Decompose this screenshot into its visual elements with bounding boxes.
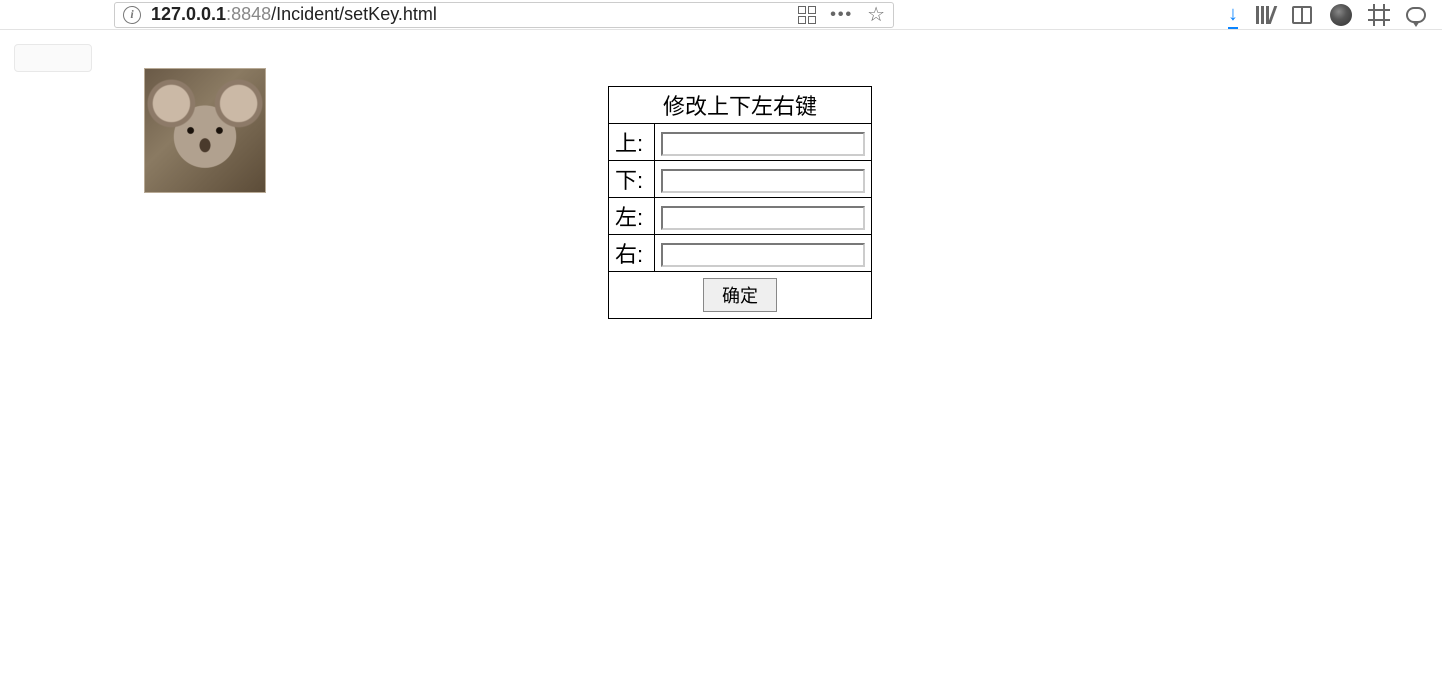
submit-button[interactable]: 确定 — [703, 278, 777, 312]
row-label-down: 下: — [609, 161, 655, 198]
row-input-cell — [655, 161, 872, 198]
url-bar[interactable]: i 127.0.0.1:8848/Incident/setKey.html ••… — [114, 2, 894, 28]
screenshot-crop-icon[interactable] — [1370, 6, 1388, 24]
row-input-cell — [655, 124, 872, 161]
table-row: 上: — [609, 124, 872, 161]
qr-icon[interactable] — [798, 6, 816, 24]
up-key-input[interactable] — [661, 132, 865, 156]
row-label-left: 左: — [609, 198, 655, 235]
url-bar-actions: ••• ☆ — [798, 2, 885, 27]
right-key-input[interactable] — [661, 243, 865, 267]
download-icon[interactable]: ↓ — [1228, 3, 1238, 26]
bookmark-star-icon[interactable]: ☆ — [867, 2, 885, 27]
url-path: /Incident/setKey.html — [271, 4, 437, 24]
left-key-input[interactable] — [661, 206, 865, 230]
url-host: 127.0.0.1 — [151, 4, 226, 24]
row-label-up: 上: — [609, 124, 655, 161]
chat-icon[interactable] — [1406, 7, 1426, 23]
reader-view-icon[interactable] — [1292, 6, 1312, 24]
library-icon[interactable] — [1256, 6, 1274, 24]
table-row: 左: — [609, 198, 872, 235]
url-text: 127.0.0.1:8848/Incident/setKey.html — [151, 4, 437, 25]
submit-row: 确定 — [609, 272, 872, 319]
url-port: :8848 — [226, 4, 271, 24]
row-input-cell — [655, 198, 872, 235]
browser-toolbar: i 127.0.0.1:8848/Incident/setKey.html ••… — [0, 0, 1442, 30]
key-settings-table: 修改上下左右键 上: 下: 左: 右: 确定 — [608, 86, 872, 319]
table-row: 下: — [609, 161, 872, 198]
row-label-right: 右: — [609, 235, 655, 272]
page-content: 修改上下左右键 上: 下: 左: 右: 确定 — [0, 30, 1442, 46]
watermark-badge — [14, 44, 92, 72]
info-icon[interactable]: i — [123, 6, 141, 24]
koala-image[interactable] — [144, 68, 266, 193]
table-title: 修改上下左右键 — [609, 87, 872, 124]
toolbar-right: ↓ — [1228, 3, 1438, 26]
profile-avatar-icon[interactable] — [1330, 4, 1352, 26]
down-key-input[interactable] — [661, 169, 865, 193]
row-input-cell — [655, 235, 872, 272]
more-icon[interactable]: ••• — [830, 6, 853, 24]
table-row: 右: — [609, 235, 872, 272]
